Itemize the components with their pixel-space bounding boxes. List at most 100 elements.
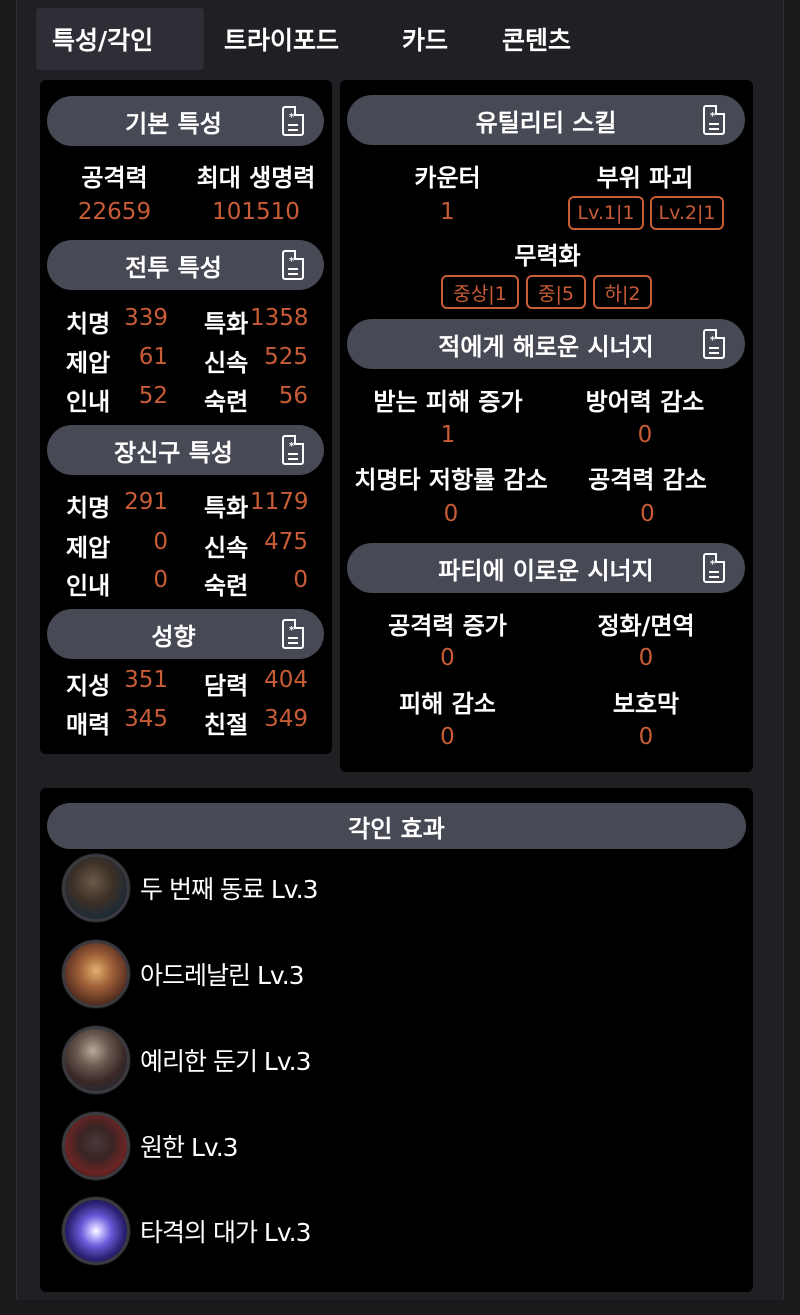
neutralize-tag: 중상|1 xyxy=(441,275,519,309)
stat-label: 친절 xyxy=(204,711,249,739)
counter-value: 1 xyxy=(440,199,455,225)
attack-label: 공격력 xyxy=(81,164,148,192)
stat-label: 신속 xyxy=(204,534,249,562)
synergy-value: 0 xyxy=(640,501,655,527)
engravings-header: 각인 효과 xyxy=(47,803,746,849)
stat-value: 349 xyxy=(264,706,308,732)
stat-value: 0 xyxy=(153,529,168,555)
document-icon[interactable]: * xyxy=(282,106,304,136)
attack-value: 22659 xyxy=(77,199,152,225)
combat-traits-title: 전투 특성 xyxy=(125,253,222,282)
document-icon[interactable]: * xyxy=(703,105,725,135)
stat-label: 인내 xyxy=(66,572,111,600)
synergy-label: 받는 피해 증가 xyxy=(373,388,523,416)
basic-traits-header: 기본 특성 * xyxy=(47,96,324,146)
stat-label: 치명 xyxy=(66,494,111,522)
stat-value: 291 xyxy=(124,489,168,515)
document-icon[interactable]: * xyxy=(282,250,304,280)
synergy-value: 0 xyxy=(638,645,654,671)
part-destroy-tag: Lv.1|1 xyxy=(568,196,644,230)
tendency-header: 성향 * xyxy=(47,609,324,659)
enemy-synergy-header: 적에게 해로운 시너지 * xyxy=(347,319,745,369)
synergy-value: 0 xyxy=(638,724,654,750)
stat-label: 특화 xyxy=(204,310,249,338)
engraving-item[interactable]: 두 번째 동료 Lv.3 xyxy=(62,853,318,923)
stat-label: 인내 xyxy=(66,388,111,416)
enemy-synergy-title: 적에게 해로운 시너지 xyxy=(438,332,654,361)
synergy-label: 보호막 xyxy=(612,690,680,718)
document-icon[interactable]: * xyxy=(282,435,304,465)
stat-label: 제압 xyxy=(66,349,111,377)
neutralize-label: 무력화 xyxy=(514,242,581,270)
engraving-name: 두 번째 동료 Lv.3 xyxy=(140,875,318,904)
stat-value: 525 xyxy=(264,344,308,370)
synergy-label: 방어력 감소 xyxy=(585,388,705,416)
synergy-value: 0 xyxy=(443,501,459,527)
dragon-companion-icon xyxy=(62,854,130,922)
synergy-label: 치명타 저항률 감소 xyxy=(354,466,548,494)
max-hp-label: 최대 생명력 xyxy=(196,164,316,192)
engraving-name: 아드레날린 Lv.3 xyxy=(140,961,305,990)
tab-cards[interactable]: 카드 xyxy=(392,8,482,70)
stat-value: 52 xyxy=(138,383,168,409)
stat-value: 351 xyxy=(124,667,168,693)
stat-value: 0 xyxy=(293,567,308,593)
party-synergy-header: 파티에 이로운 시너지 * xyxy=(347,543,745,593)
synergy-label: 공격력 감소 xyxy=(588,466,707,494)
synergy-value: 0 xyxy=(440,724,455,750)
adrenaline-icon xyxy=(62,940,130,1008)
stat-label: 치명 xyxy=(66,310,111,338)
document-icon[interactable]: * xyxy=(703,553,725,583)
stat-label: 숙련 xyxy=(204,572,249,600)
basic-traits-title: 기본 특성 xyxy=(125,109,222,138)
stat-label: 숙련 xyxy=(204,388,249,416)
stat-label: 지성 xyxy=(66,672,111,700)
synergy-value: 1 xyxy=(440,422,456,448)
engraving-name: 원한 Lv.3 xyxy=(140,1133,239,1162)
combat-traits-header: 전투 특성 * xyxy=(47,240,324,290)
utility-skills-header: 유틸리티 스킬 * xyxy=(347,95,745,145)
part-destroy-label: 부위 파괴 xyxy=(596,164,694,192)
engraving-name: 예리한 둔기 Lv.3 xyxy=(140,1047,312,1076)
stat-value: 404 xyxy=(264,667,308,693)
party-synergy-title: 파티에 이로운 시너지 xyxy=(438,556,654,585)
hit-master-icon xyxy=(62,1197,130,1265)
document-icon[interactable]: * xyxy=(282,619,304,649)
document-icon[interactable]: * xyxy=(703,329,725,359)
synergy-value: 0 xyxy=(637,422,653,448)
stat-label: 담력 xyxy=(204,672,249,700)
stat-value: 339 xyxy=(124,305,168,331)
stat-label: 신속 xyxy=(204,349,249,377)
engraving-name: 타격의 대가 Lv.3 xyxy=(140,1218,312,1247)
tendency-title: 성향 xyxy=(151,622,196,651)
engraving-item[interactable]: 예리한 둔기 Lv.3 xyxy=(62,1025,312,1095)
engravings-title: 각인 효과 xyxy=(348,814,445,843)
neutralize-tag: 하|2 xyxy=(593,275,652,309)
accessory-traits-title: 장신구 특성 xyxy=(114,438,233,467)
stat-value: 56 xyxy=(278,383,308,409)
stat-label: 제압 xyxy=(66,534,111,562)
tab-tripod[interactable]: 트라이포드 xyxy=(204,8,392,70)
accessory-traits-header: 장신구 특성 * xyxy=(47,425,324,475)
synergy-value: 0 xyxy=(440,645,455,671)
stat-value: 475 xyxy=(264,529,308,555)
stat-label: 매력 xyxy=(66,711,111,739)
engraving-item[interactable]: 타격의 대가 Lv.3 xyxy=(62,1196,312,1266)
counter-label: 카운터 xyxy=(414,164,481,192)
stat-label: 특화 xyxy=(204,494,249,522)
blunt-weapon-icon xyxy=(62,1026,130,1094)
stat-value: 61 xyxy=(138,344,168,370)
stat-value: 0 xyxy=(153,567,168,593)
grudge-beast-icon xyxy=(62,1112,130,1180)
synergy-label: 피해 감소 xyxy=(399,690,496,718)
engraving-item[interactable]: 원한 Lv.3 xyxy=(62,1111,239,1181)
part-destroy-tag: Lv.2|1 xyxy=(650,196,724,230)
tab-traits-engravings[interactable]: 특성/각인 xyxy=(36,8,204,70)
synergy-label: 정화/면역 xyxy=(597,612,695,640)
utility-skills-title: 유틸리티 스킬 xyxy=(475,108,617,137)
engraving-item[interactable]: 아드레날린 Lv.3 xyxy=(62,939,305,1009)
stat-value: 1358 xyxy=(250,305,309,331)
max-hp-value: 101510 xyxy=(212,199,300,225)
neutralize-tag: 중|5 xyxy=(526,275,586,309)
tab-contents[interactable]: 콘텐츠 xyxy=(482,8,592,70)
